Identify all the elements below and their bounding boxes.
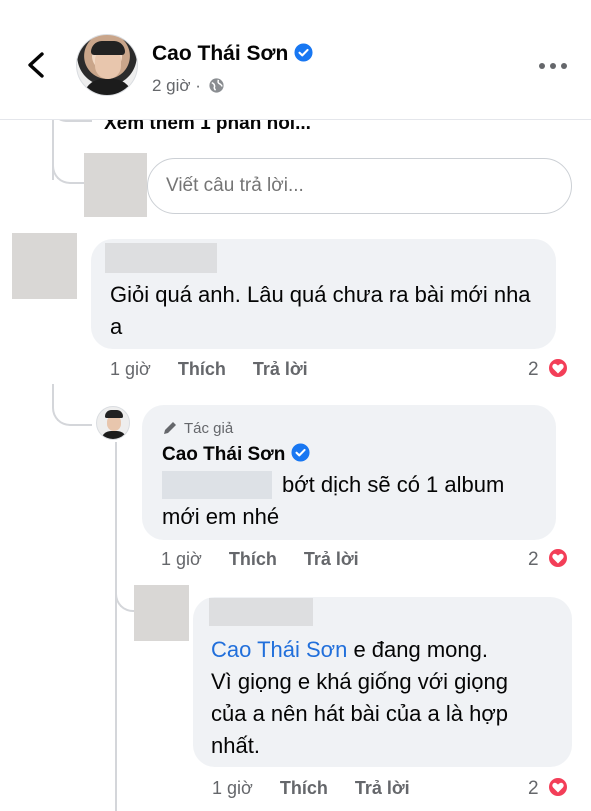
commenter-name[interactable]	[105, 243, 217, 273]
comment-bubble: Giỏi quá anh. Lâu quá chưa ra bài mới nh…	[91, 239, 556, 349]
comment-time: 1 giờ	[212, 778, 253, 798]
avatar[interactable]	[96, 406, 130, 440]
more-options-icon[interactable]	[538, 62, 568, 70]
heart-reaction-icon	[547, 547, 569, 569]
commenter-name-text[interactable]: Cao Thái Sơn	[162, 444, 285, 465]
reply-button[interactable]: Trả lời	[304, 549, 359, 569]
post-header: Cao Thái Sơn 2 giờ ·	[0, 0, 591, 120]
thread-line	[115, 442, 117, 811]
comment-bubble: Cao Thái Sơn e đang mong. Vì giọng e khá…	[193, 597, 572, 767]
reaction-count[interactable]: 2	[528, 549, 539, 571]
author-badge: Tác giả	[184, 420, 234, 437]
reply-button[interactable]: Trả lời	[355, 778, 410, 798]
heart-reaction-icon	[547, 776, 569, 798]
reaction-count[interactable]: 2	[528, 778, 539, 800]
avatar[interactable]	[76, 34, 138, 96]
like-button[interactable]: Thích	[280, 778, 328, 798]
comment-text: Vì giọng e khá giống với giọng	[211, 669, 508, 694]
avatar	[84, 153, 147, 217]
comment-meta: 1 giờ Thích Trả lời	[161, 549, 359, 570]
comment-time: 1 giờ	[161, 549, 202, 569]
commenter-name[interactable]: Cao Thái Sơn	[162, 443, 310, 466]
mention-link[interactable]: Cao Thái Sơn	[211, 637, 347, 662]
separator: ·	[195, 76, 201, 95]
page-title[interactable]: Cao Thái Sơn	[152, 42, 313, 66]
comment-text: bớt dịch sẽ có 1 album	[282, 472, 505, 497]
comment-text: Giỏi quá anh. Lâu quá chưa ra bài mới nh…	[110, 282, 531, 339]
verified-badge-icon	[291, 443, 310, 462]
thread-curve	[52, 384, 92, 426]
avatar[interactable]	[134, 585, 189, 641]
post-time: 2 giờ ·	[152, 76, 225, 96]
back-arrow-icon[interactable]	[22, 48, 52, 82]
heart-reaction-icon	[547, 357, 569, 379]
comment-text: Cao Thái Sơn e đang mong.	[211, 634, 561, 666]
comment-time: 1 giờ	[110, 359, 151, 379]
comment-bubble: Tác giả Cao Thái Sơn bớt dịch sẽ có 1 al…	[142, 405, 556, 540]
verified-badge-icon	[294, 43, 313, 62]
comment-text: nhất.	[211, 733, 260, 758]
reply-input[interactable]	[147, 158, 572, 214]
author-name[interactable]: Cao Thái Sơn	[152, 42, 288, 65]
comment-text: mới em nhé	[162, 504, 280, 529]
comment-text: của a nên hát bài của a là hợp	[211, 701, 508, 726]
thread-curve	[52, 150, 84, 184]
like-button[interactable]: Thích	[229, 549, 277, 569]
post-time-text: 2 giờ	[152, 76, 191, 95]
comment-meta: 1 giờ Thích Trả lời	[110, 359, 308, 380]
reaction-count[interactable]: 2	[528, 359, 539, 381]
globe-icon	[209, 78, 224, 93]
pencil-icon	[164, 422, 176, 434]
comment-meta: 1 giờ Thích Trả lời	[212, 778, 410, 799]
tagged-name[interactable]	[162, 471, 272, 499]
avatar[interactable]	[12, 233, 77, 299]
comment-text-part: e đang mong.	[347, 637, 488, 662]
commenter-name[interactable]	[209, 598, 313, 626]
like-button[interactable]: Thích	[178, 359, 226, 379]
thread-curve	[115, 572, 135, 612]
reply-button[interactable]: Trả lời	[253, 359, 308, 379]
